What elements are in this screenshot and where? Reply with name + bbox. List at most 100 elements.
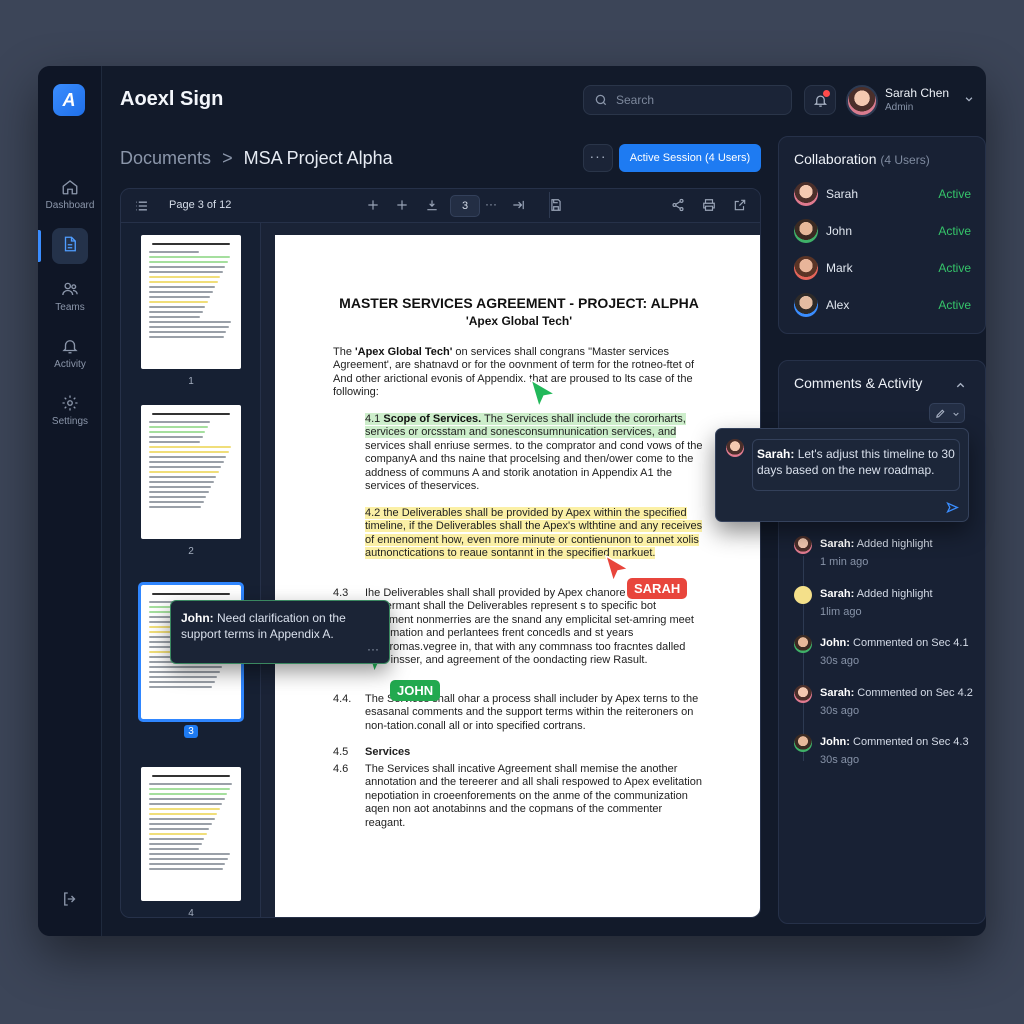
document-title: MASTER SERVICES AGREEMENT - PROJECT: ALP… — [339, 295, 699, 311]
document-page: MASTER SERVICES AGREEMENT - PROJECT: ALP… — [275, 235, 760, 917]
activity-author: Sarah: — [820, 538, 855, 550]
thumb-text-line — [149, 316, 201, 318]
thumb-text-line — [149, 251, 200, 253]
collaborator-row[interactable]: Sarah Active — [794, 180, 971, 208]
john-popup-menu[interactable]: ··· — [367, 641, 379, 657]
add-page-button[interactable] — [395, 198, 409, 212]
send-icon[interactable] — [946, 501, 959, 514]
thumb-text-line — [149, 331, 227, 333]
open-external-button[interactable] — [733, 198, 747, 212]
thumbnail-number: 2 — [121, 546, 260, 557]
thumb-text-line — [149, 321, 232, 323]
john-popup-name: John: — [181, 611, 214, 625]
comment-input[interactable]: Sarah: Let's adjust this timeline to 30 … — [752, 439, 960, 491]
bell-icon — [62, 340, 78, 354]
avatar — [794, 684, 812, 703]
more-options-button[interactable]: ··· — [583, 144, 613, 172]
activity-time: 1 min ago — [820, 556, 869, 568]
external-link-icon — [734, 199, 746, 211]
page-thumbnail[interactable] — [141, 235, 241, 369]
nav-dashboard-label: Dashboard — [45, 200, 95, 211]
s41-rest: services shall enriuse sermes. to the co… — [365, 439, 703, 493]
thumb-title-line — [152, 775, 230, 777]
download-button[interactable] — [425, 198, 439, 212]
thumb-text-line — [149, 291, 213, 293]
arrow-right-icon — [513, 200, 524, 210]
thumb-text-line — [149, 446, 232, 448]
nav-teams[interactable]: Teams — [38, 280, 102, 313]
document-subtitle: 'Apex Global Tech' — [465, 314, 573, 328]
avatar — [794, 293, 818, 317]
activity-text: Sarah: Added highlight — [820, 538, 933, 550]
thumb-text-line — [149, 506, 202, 508]
search-input[interactable] — [616, 93, 776, 107]
thumb-text-line — [149, 808, 220, 810]
download-icon — [427, 200, 437, 211]
chevron-up-icon[interactable] — [955, 380, 966, 391]
sarah-comment-popup[interactable]: Sarah: Let's adjust this timeline to 30 … — [715, 428, 969, 522]
nav-logout[interactable] — [38, 890, 102, 912]
nav-documents[interactable] — [38, 228, 102, 264]
search-box[interactable] — [583, 85, 792, 115]
activity-time: 30s ago — [820, 655, 860, 667]
gear-icon — [62, 395, 78, 411]
john-comment-popup[interactable]: John: Need clarification on the support … — [170, 600, 390, 664]
thumbnail-number: 3 — [121, 725, 260, 738]
activity-action: Added highlight — [854, 538, 933, 550]
thumb-text-line — [149, 311, 203, 313]
share-button[interactable] — [671, 198, 685, 212]
collaborator-row[interactable]: Alex Active — [794, 291, 971, 319]
thumb-text-line — [149, 676, 218, 678]
plus-icon — [368, 200, 378, 210]
collaborator-row[interactable]: John Active — [794, 217, 971, 245]
home-icon — [62, 180, 78, 195]
page-number-input[interactable]: 3 — [450, 195, 480, 217]
s42-highlight: 4.2 the Deliverables shall be provided b… — [365, 507, 703, 560]
thumb-text-line — [149, 266, 226, 268]
document-viewer: Page 3 of 12 3 ··· 1 2 3 4 MASTER SERVIC… — [120, 188, 761, 918]
thumbnail-panel: 1 2 3 4 — [121, 223, 261, 917]
active-session-button[interactable]: Active Session (4 Users) — [619, 144, 761, 172]
thumb-title-line — [152, 413, 230, 415]
save-button[interactable] — [549, 198, 563, 212]
thumb-text-line — [149, 858, 228, 860]
thumb-text-line — [149, 803, 223, 805]
thumb-text-line — [149, 788, 230, 790]
avatar — [794, 536, 812, 554]
thumbnail-list-button[interactable] — [135, 200, 148, 212]
page-thumbnail[interactable] — [141, 767, 241, 901]
breadcrumb-root[interactable]: Documents — [120, 148, 211, 168]
thumb-text-line — [149, 421, 211, 423]
thumb-text-line — [149, 256, 231, 258]
zoom-in-button[interactable] — [366, 198, 380, 212]
app-logo[interactable]: A — [53, 84, 85, 116]
collaborator-status: Active — [938, 298, 971, 312]
next-page-button[interactable] — [511, 198, 525, 212]
nav-activity[interactable]: Activity — [38, 337, 102, 370]
avatar — [846, 85, 878, 117]
thumb-text-line — [149, 491, 209, 493]
thumb-text-line — [149, 838, 205, 840]
activity-action: Commented on Sec 4.3 — [849, 736, 969, 748]
thumb-text-line — [149, 431, 206, 433]
thumb-text-line — [149, 471, 219, 473]
collaboration-panel: Collaboration (4 Users) Sarah Active Joh… — [778, 136, 986, 334]
thumb-text-line — [149, 666, 223, 668]
nav-dashboard[interactable]: Dashboard — [38, 178, 102, 211]
avatar — [794, 219, 818, 243]
activity-author: John: — [820, 637, 850, 649]
activity-author: Sarah: — [820, 686, 855, 699]
section-4-1: 4.1 Scope of Services. The Services shal… — [365, 413, 705, 493]
edit-dropdown-button[interactable] — [929, 403, 965, 423]
thumb-text-line — [149, 501, 204, 503]
nav-settings[interactable]: Settings — [38, 394, 102, 427]
page-thumbnail[interactable] — [141, 405, 241, 539]
logout-icon — [64, 892, 76, 906]
thumb-text-line — [149, 496, 207, 498]
user-menu[interactable]: Sarah Chen Admin — [846, 84, 976, 118]
collaborator-status: Active — [938, 224, 971, 238]
collaborator-row[interactable]: Mark Active — [794, 254, 971, 282]
thumb-text-line — [149, 793, 228, 795]
print-button[interactable] — [702, 198, 716, 212]
notifications-button[interactable] — [804, 85, 836, 115]
